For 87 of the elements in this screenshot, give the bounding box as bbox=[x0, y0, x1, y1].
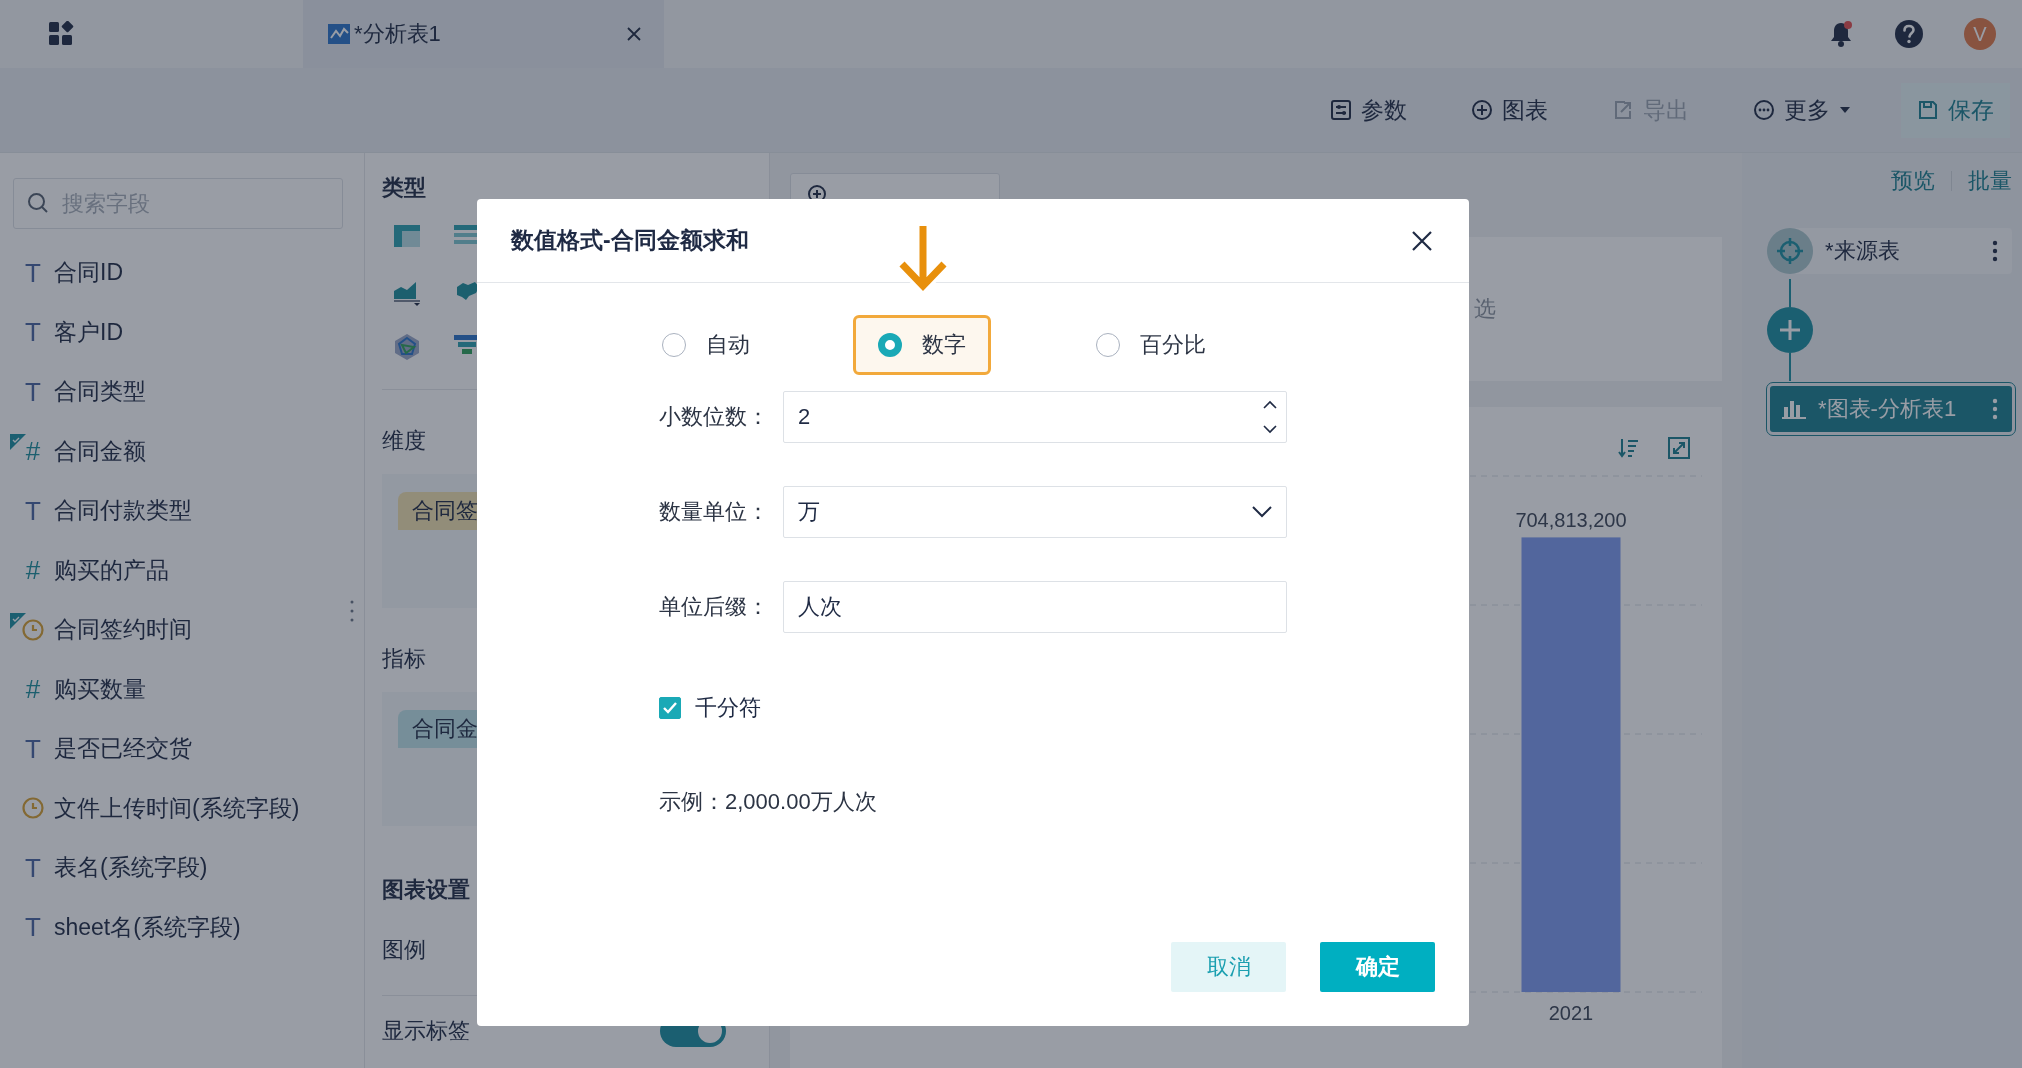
chevron-down-icon bbox=[1252, 506, 1272, 518]
dialog-title: 数值格式-合同金额求和 bbox=[511, 226, 749, 255]
type-glyph: T bbox=[25, 497, 41, 524]
resize-handle-icon[interactable] bbox=[350, 600, 354, 622]
target-icon bbox=[1767, 228, 1813, 274]
section-heading: 指标 bbox=[382, 645, 426, 673]
type-glyph: T bbox=[25, 914, 41, 941]
field-item[interactable]: # 购买数量 bbox=[13, 659, 364, 719]
type-glyph: T bbox=[25, 735, 41, 762]
cancel-button[interactable]: 取消 bbox=[1171, 942, 1286, 992]
more-icon[interactable] bbox=[1992, 398, 1998, 420]
sort-icon[interactable] bbox=[1618, 437, 1640, 459]
setting-label: 显示标签 bbox=[382, 1017, 470, 1045]
toolbar-button[interactable]: 更多 bbox=[1739, 84, 1865, 136]
field-item[interactable]: T sheet名(系统字段) bbox=[13, 897, 364, 957]
field-name: 是否已经交货 bbox=[54, 734, 192, 764]
clock-icon bbox=[21, 796, 45, 821]
suffix-input[interactable]: 人次 bbox=[783, 581, 1287, 633]
section-heading: 类型 bbox=[382, 174, 426, 202]
add-node-button[interactable] bbox=[1767, 307, 1813, 353]
field-item[interactable]: T 合同付款类型 bbox=[13, 481, 364, 541]
field-name: 合同金额 bbox=[54, 436, 146, 466]
search-icon bbox=[27, 192, 49, 214]
field-item[interactable]: T 是否已经交货 bbox=[13, 719, 364, 779]
expand-icon[interactable] bbox=[1668, 437, 1690, 459]
document-tab[interactable]: *分析表1 bbox=[303, 0, 664, 68]
radio-option[interactable]: 自动 bbox=[659, 315, 775, 375]
more-icon bbox=[1753, 99, 1775, 121]
apps-icon[interactable] bbox=[48, 21, 74, 47]
field-name: 表名(系统字段) bbox=[54, 853, 208, 883]
close-icon[interactable] bbox=[1411, 229, 1433, 252]
field-name: 合同类型 bbox=[54, 377, 146, 407]
bar-chart-icon bbox=[1782, 398, 1806, 420]
toolbar-button[interactable]: 图表 bbox=[1457, 84, 1562, 136]
field-item[interactable]: T 表名(系统字段) bbox=[13, 838, 364, 898]
type-glyph: T bbox=[25, 319, 41, 346]
filter-hint: 选 bbox=[1474, 295, 1496, 323]
stepper-icon[interactable] bbox=[1262, 400, 1278, 434]
field-item[interactable]: # 购买的产品 bbox=[13, 540, 364, 600]
type-glyph: # bbox=[25, 438, 41, 465]
add-icon bbox=[1471, 99, 1493, 121]
field-name: 客户ID bbox=[54, 317, 123, 347]
type-glyph: T bbox=[25, 259, 41, 286]
field-name: 文件上传时间(系统字段) bbox=[54, 793, 300, 823]
toolbar-button[interactable]: 参数 bbox=[1316, 84, 1421, 136]
field-label: 小数位数： bbox=[659, 403, 770, 431]
field-item[interactable]: T 客户ID bbox=[13, 302, 364, 362]
type-glyph: # bbox=[25, 557, 41, 584]
field-name: 合同签约时间 bbox=[54, 615, 192, 645]
field-label: 数量单位： bbox=[659, 498, 770, 526]
field-name: sheet名(系统字段) bbox=[54, 912, 241, 942]
field-item[interactable]: 合同签约时间 bbox=[13, 600, 364, 660]
number-input[interactable]: 2 bbox=[783, 391, 1287, 443]
caret-icon bbox=[1839, 106, 1851, 114]
field-item[interactable]: # 合同金额 bbox=[13, 421, 364, 481]
radar-icon[interactable] bbox=[394, 333, 420, 361]
chart-icon bbox=[328, 24, 350, 44]
field-name: 购买数量 bbox=[54, 674, 146, 704]
radio-option[interactable]: 百分比 bbox=[1071, 315, 1231, 375]
field-label: 单位后缀： bbox=[659, 593, 770, 621]
more-icon[interactable] bbox=[1992, 240, 1998, 262]
section-heading: 图表设置 bbox=[382, 876, 470, 904]
bell-icon[interactable] bbox=[1828, 20, 1854, 48]
area-chart-icon[interactable] bbox=[394, 279, 420, 307]
unit-dropdown[interactable]: 万 bbox=[783, 486, 1287, 538]
clock-icon bbox=[21, 617, 45, 642]
field-item[interactable]: T 合同类型 bbox=[13, 362, 364, 422]
setting-label: 图例 bbox=[382, 936, 426, 964]
field-name: 合同ID bbox=[54, 258, 123, 288]
section-heading: 维度 bbox=[382, 427, 426, 455]
axis-label: 2021 bbox=[1548, 1002, 1594, 1024]
type-glyph: # bbox=[25, 676, 41, 703]
thousands-checkbox[interactable]: 千分符 bbox=[659, 693, 761, 723]
data-label: 704,813,200 bbox=[1515, 509, 1627, 532]
sliders-icon bbox=[1330, 99, 1352, 121]
field-item[interactable]: 文件上传时间(系统字段) bbox=[13, 778, 364, 838]
type-glyph: T bbox=[25, 854, 41, 881]
field-name: 购买的产品 bbox=[54, 555, 169, 585]
export-icon bbox=[1612, 99, 1634, 121]
example-text: 示例：2,000.00万人次 bbox=[659, 788, 877, 816]
flow-node[interactable]: *来源表 bbox=[1767, 228, 2012, 274]
field-item[interactable]: T 合同ID bbox=[13, 243, 364, 303]
check-icon bbox=[662, 701, 678, 715]
field-name: 合同付款类型 bbox=[54, 496, 192, 526]
help-icon[interactable] bbox=[1894, 19, 1924, 49]
save-icon bbox=[1917, 99, 1939, 121]
type-glyph: T bbox=[25, 378, 41, 405]
